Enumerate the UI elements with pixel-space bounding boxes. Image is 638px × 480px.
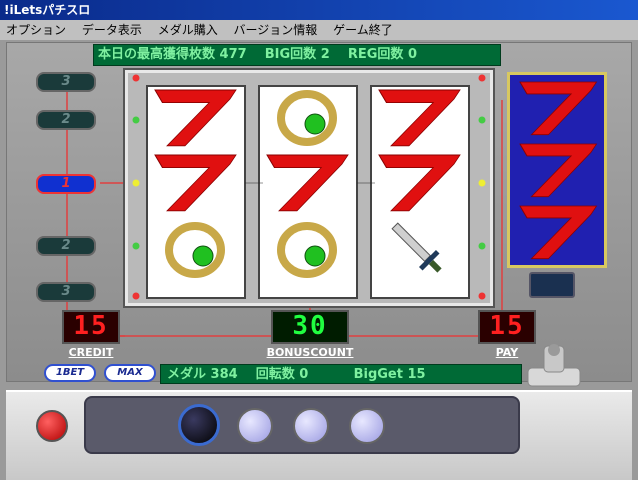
bonus-count-display: 30 [271,310,349,344]
bottom-info-display: メダル 384 回転数 0 BigGet 15 [160,364,522,384]
stop-button-center[interactable] [293,408,329,444]
medal-insert-icon[interactable] [524,338,584,388]
big-panel-seven-0-icon [519,81,598,136]
bonus-lamp [529,272,575,298]
max-bet-button[interactable]: MAX [104,364,156,382]
big-panel-seven-1-icon [519,143,598,198]
one-bet-button[interactable]: 1BET [44,364,96,382]
bonus-count-label: BONUSCOUNT [266,346,354,359]
start-button[interactable] [178,404,220,446]
big-panel-seven-2-icon [519,205,598,260]
stop-button-left[interactable] [237,408,273,444]
credit-label: CREDIT [68,346,114,359]
lever-button[interactable] [36,410,68,442]
app-window: !iLetsパチスロ オプション データ表示 メダル購入 バージョン情報 ゲーム… [0,0,638,480]
credit-display: 15 [62,310,120,344]
stop-button-right[interactable] [349,408,385,444]
